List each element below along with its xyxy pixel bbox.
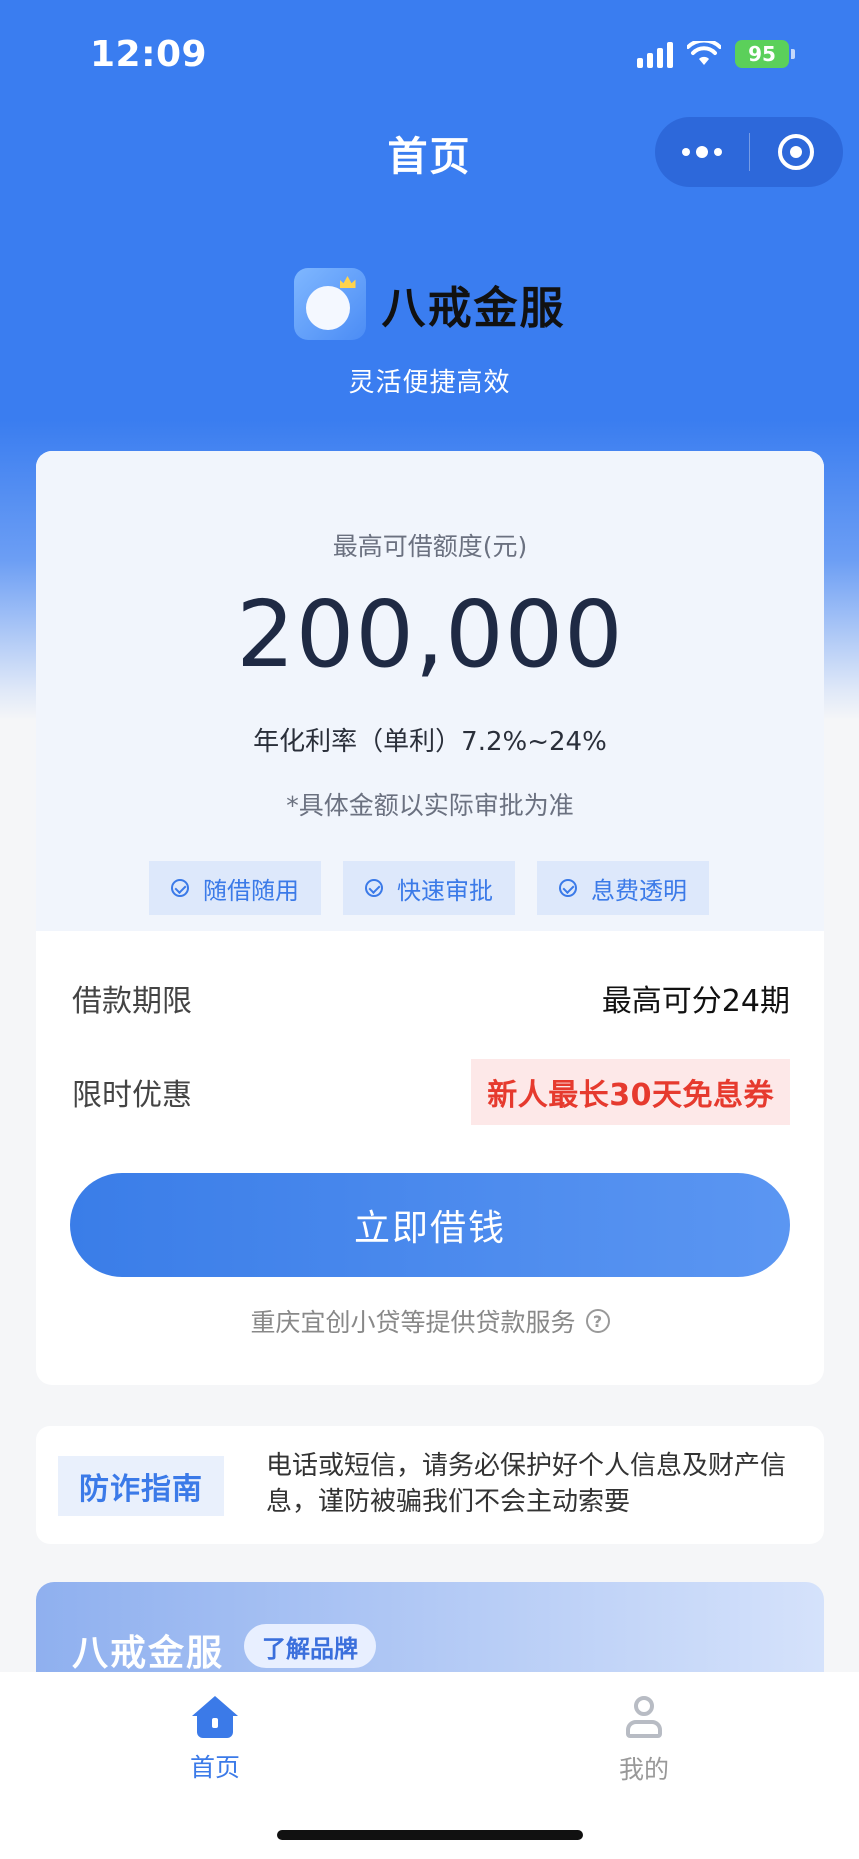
feature-tag-label: 快速审批	[397, 876, 493, 905]
home-icon	[192, 1696, 238, 1738]
status-icons: 95	[637, 40, 795, 68]
promo-row: 限时优惠 新人最长30天免息券	[72, 1059, 790, 1125]
promo-label: 限时优惠	[72, 1078, 192, 1113]
signal-icon	[637, 40, 673, 68]
rate-text: 年化利率（单利）7.2%~24%	[253, 727, 607, 757]
battery-icon: 95	[735, 40, 795, 68]
check-circle-icon	[559, 879, 577, 897]
fraud-guide-text: 电话或短信，请务必保护好个人信息及财产信息，谨防被骗我们不会主动索要	[266, 1451, 787, 1517]
feature-tag: 息费透明	[537, 861, 709, 915]
brand-header: 八戒金服	[0, 268, 859, 340]
tab-mine-label: 我的	[618, 1755, 669, 1784]
status-time: 12:09	[90, 34, 208, 75]
brand-logo-icon	[293, 268, 366, 340]
term-value: 最高可分24期	[601, 984, 790, 1019]
feature-tag: 随借随用	[149, 861, 321, 915]
check-circle-icon	[171, 879, 189, 897]
fraud-guide-badge: 防诈指南	[58, 1456, 224, 1516]
more-button[interactable]	[655, 117, 749, 187]
status-bar: 12:09 95	[0, 0, 859, 110]
check-circle-icon	[365, 879, 383, 897]
brand-name: 八戒金服	[381, 283, 566, 334]
feature-tag: 快速审批	[343, 861, 515, 915]
provider-info: 重庆宜创小贷等提供贷款服务 ?	[36, 1303, 824, 1339]
fraud-guide-card[interactable]: 防诈指南 电话或短信，请务必保护好个人信息及财产信息，谨防被骗我们不会主动索要	[36, 1426, 824, 1544]
borrow-now-button[interactable]: 立即借钱	[70, 1173, 790, 1277]
promo-coupon-badge: 新人最长30天免息券	[471, 1059, 790, 1125]
wifi-icon	[687, 41, 721, 65]
term-label: 借款期限	[72, 984, 192, 1019]
help-question-icon[interactable]: ?	[585, 1309, 610, 1333]
learn-brand-button[interactable]: 了解品牌	[244, 1624, 376, 1668]
brand-slogan: 灵活便捷高效	[348, 368, 511, 398]
feature-tag-label: 随借随用	[203, 876, 299, 905]
limit-value: 200,000	[236, 581, 624, 688]
tab-home[interactable]: 首页	[115, 1696, 315, 1784]
more-dots-icon	[681, 146, 722, 158]
miniprogram-capsule	[655, 117, 843, 187]
home-indicator	[277, 1830, 583, 1840]
tab-home-label: 首页	[189, 1753, 240, 1782]
banner-title: 八戒金服	[72, 1633, 225, 1674]
target-icon	[778, 134, 815, 170]
user-icon	[624, 1696, 664, 1740]
battery-level: 95	[735, 40, 789, 68]
feature-tags: 随借随用 快速审批 息费透明	[149, 861, 709, 915]
limit-label: 最高可借额度(元)	[332, 532, 528, 561]
close-miniprogram-button[interactable]	[750, 117, 844, 187]
loan-card: 最高可借额度(元) 200,000 年化利率（单利）7.2%~24% *具体金额…	[36, 451, 824, 1385]
provider-text: 重庆宜创小贷等提供贷款服务	[250, 1308, 576, 1337]
term-row: 借款期限 最高可分24期	[72, 965, 790, 1031]
tab-mine[interactable]: 我的	[544, 1696, 744, 1786]
approval-note: *具体金额以实际审批为准	[286, 791, 574, 820]
loan-card-top	[36, 451, 824, 931]
feature-tag-label: 息费透明	[591, 876, 687, 905]
